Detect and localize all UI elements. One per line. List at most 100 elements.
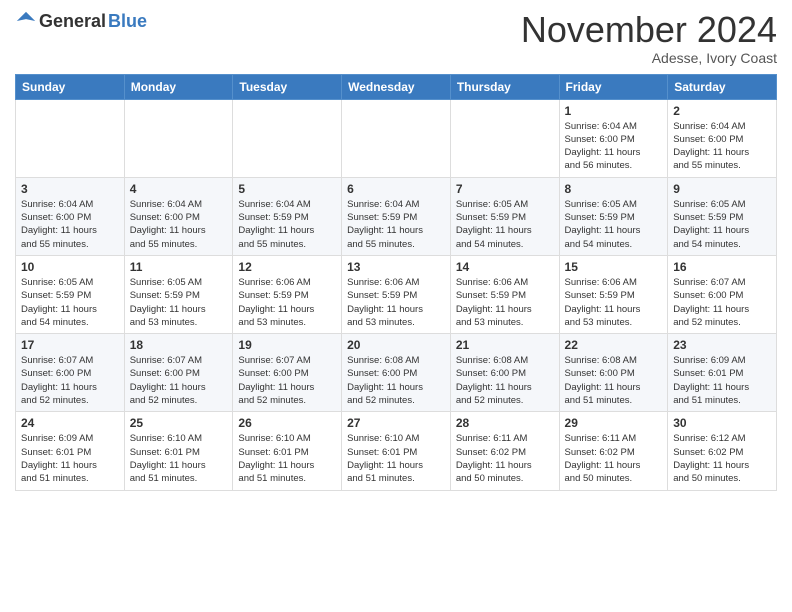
day-info: Sunrise: 6:07 AM Sunset: 6:00 PM Dayligh… [21,354,119,407]
calendar-cell: 16Sunrise: 6:07 AM Sunset: 6:00 PM Dayli… [668,255,777,333]
calendar-cell [124,99,233,177]
calendar-cell: 7 Sunrise: 6:05 AM Sunset: 5:59 PM Daylig… [450,177,559,255]
day-info: Sunrise: 6:11 AM Sunset: 6:02 PM Dayligh… [456,432,554,485]
day-number: 20 [347,338,445,352]
day-number: 18 [130,338,228,352]
day-number: 17 [21,338,119,352]
calendar-cell: 4 Sunrise: 6:04 AM Sunset: 6:00 PM Daylig… [124,177,233,255]
day-info: Sunrise: 6:04 AM Sunset: 6:00 PM Dayligh… [565,120,663,173]
day-info: Sunrise: 6:08 AM Sunset: 6:00 PM Dayligh… [565,354,663,407]
calendar-cell: 24 Sunrise: 6:09 AM Sunset: 6:01 PM Dayli… [16,412,125,490]
day-number: 15 [565,260,663,274]
calendar-cell: 17 Sunrise: 6:07 AM Sunset: 6:00 PM Dayli… [16,334,125,412]
day-number: 29 [565,416,663,430]
weekday-header-friday: Friday [559,74,668,99]
day-number: 24 [21,416,119,430]
page: GeneralBlue November 2024 Adesse, Ivory … [0,0,792,506]
calendar-cell: 21 Sunrise: 6:08 AM Sunset: 6:00 PM Dayli… [450,334,559,412]
day-info: Sunrise: 6:08 AM Sunset: 6:00 PM Dayligh… [456,354,554,407]
day-info: Sunrise: 6:05 AM Sunset: 5:59 PM Dayligh… [130,276,228,329]
calendar-cell: 30 Sunrise: 6:12 AM Sunset: 6:02 PM Dayli… [668,412,777,490]
weekday-header-saturday: Saturday [668,74,777,99]
day-number: 13 [347,260,445,274]
calendar-cell: 8 Sunrise: 6:05 AM Sunset: 5:59 PM Daylig… [559,177,668,255]
day-number: 2 [673,104,771,118]
calendar-cell: 13 Sunrise: 6:06 AM Sunset: 5:59 PM Dayli… [342,255,451,333]
day-number: 8 [565,182,663,196]
weekday-header-monday: Monday [124,74,233,99]
day-number: 23 [673,338,771,352]
calendar-week-row: 1Sunrise: 6:04 AM Sunset: 6:00 PM Daylig… [16,99,777,177]
weekday-header-thursday: Thursday [450,74,559,99]
day-number: 10 [21,260,119,274]
day-number: 12 [238,260,336,274]
day-number: 30 [673,416,771,430]
calendar-cell: 28Sunrise: 6:11 AM Sunset: 6:02 PM Dayli… [450,412,559,490]
calendar-cell: 11 Sunrise: 6:05 AM Sunset: 5:59 PM Dayli… [124,255,233,333]
day-info: Sunrise: 6:04 AM Sunset: 5:59 PM Dayligh… [238,198,336,251]
day-info: Sunrise: 6:07 AM Sunset: 6:00 PM Dayligh… [238,354,336,407]
location: Adesse, Ivory Coast [521,50,777,66]
calendar-cell: 22 Sunrise: 6:08 AM Sunset: 6:00 PM Dayli… [559,334,668,412]
day-info: Sunrise: 6:04 AM Sunset: 6:00 PM Dayligh… [21,198,119,251]
weekday-header-tuesday: Tuesday [233,74,342,99]
day-number: 6 [347,182,445,196]
day-info: Sunrise: 6:04 AM Sunset: 6:00 PM Dayligh… [130,198,228,251]
weekday-header-sunday: Sunday [16,74,125,99]
calendar-cell: 1Sunrise: 6:04 AM Sunset: 6:00 PM Daylig… [559,99,668,177]
day-number: 22 [565,338,663,352]
logo-general-text: General [39,11,106,32]
day-info: Sunrise: 6:05 AM Sunset: 5:59 PM Dayligh… [456,198,554,251]
title-block: November 2024 Adesse, Ivory Coast [521,10,777,66]
day-info: Sunrise: 6:06 AM Sunset: 5:59 PM Dayligh… [456,276,554,329]
logo-blue-text: Blue [108,11,147,32]
calendar-cell: 19 Sunrise: 6:07 AM Sunset: 6:00 PM Dayli… [233,334,342,412]
calendar-cell: 23 Sunrise: 6:09 AM Sunset: 6:01 PM Dayli… [668,334,777,412]
calendar-cell [342,99,451,177]
day-info: Sunrise: 6:04 AM Sunset: 6:00 PM Dayligh… [673,120,771,173]
day-number: 4 [130,182,228,196]
calendar-cell: 9Sunrise: 6:05 AM Sunset: 5:59 PM Daylig… [668,177,777,255]
day-info: Sunrise: 6:10 AM Sunset: 6:01 PM Dayligh… [130,432,228,485]
day-info: Sunrise: 6:07 AM Sunset: 6:00 PM Dayligh… [130,354,228,407]
day-info: Sunrise: 6:06 AM Sunset: 5:59 PM Dayligh… [238,276,336,329]
calendar-cell: 26 Sunrise: 6:10 AM Sunset: 6:01 PM Dayli… [233,412,342,490]
calendar-cell: 20 Sunrise: 6:08 AM Sunset: 6:00 PM Dayli… [342,334,451,412]
day-info: Sunrise: 6:10 AM Sunset: 6:01 PM Dayligh… [238,432,336,485]
calendar-week-row: 3 Sunrise: 6:04 AM Sunset: 6:00 PM Daylig… [16,177,777,255]
day-number: 3 [21,182,119,196]
calendar-cell: 3 Sunrise: 6:04 AM Sunset: 6:00 PM Daylig… [16,177,125,255]
day-info: Sunrise: 6:12 AM Sunset: 6:02 PM Dayligh… [673,432,771,485]
day-number: 19 [238,338,336,352]
day-number: 5 [238,182,336,196]
day-info: Sunrise: 6:06 AM Sunset: 5:59 PM Dayligh… [347,276,445,329]
month-title: November 2024 [521,10,777,50]
day-info: Sunrise: 6:09 AM Sunset: 6:01 PM Dayligh… [21,432,119,485]
calendar-cell [450,99,559,177]
calendar-cell: 2 Sunrise: 6:04 AM Sunset: 6:00 PM Daylig… [668,99,777,177]
calendar-cell: 25Sunrise: 6:10 AM Sunset: 6:01 PM Dayli… [124,412,233,490]
calendar-cell: 15 Sunrise: 6:06 AM Sunset: 5:59 PM Dayli… [559,255,668,333]
calendar-cell: 14 Sunrise: 6:06 AM Sunset: 5:59 PM Dayli… [450,255,559,333]
day-info: Sunrise: 6:05 AM Sunset: 5:59 PM Dayligh… [565,198,663,251]
day-info: Sunrise: 6:10 AM Sunset: 6:01 PM Dayligh… [347,432,445,485]
day-number: 21 [456,338,554,352]
calendar-cell: 12 Sunrise: 6:06 AM Sunset: 5:59 PM Dayli… [233,255,342,333]
day-info: Sunrise: 6:11 AM Sunset: 6:02 PM Dayligh… [565,432,663,485]
day-info: Sunrise: 6:06 AM Sunset: 5:59 PM Dayligh… [565,276,663,329]
day-info: Sunrise: 6:07 AM Sunset: 6:00 PM Dayligh… [673,276,771,329]
day-number: 26 [238,416,336,430]
calendar-cell: 6Sunrise: 6:04 AM Sunset: 5:59 PM Daylig… [342,177,451,255]
calendar-cell [16,99,125,177]
day-number: 14 [456,260,554,274]
day-number: 11 [130,260,228,274]
day-info: Sunrise: 6:09 AM Sunset: 6:01 PM Dayligh… [673,354,771,407]
logo-icon [15,10,37,32]
day-info: Sunrise: 6:05 AM Sunset: 5:59 PM Dayligh… [21,276,119,329]
calendar-cell: 29 Sunrise: 6:11 AM Sunset: 6:02 PM Dayli… [559,412,668,490]
calendar-week-row: 17 Sunrise: 6:07 AM Sunset: 6:00 PM Dayli… [16,334,777,412]
day-number: 7 [456,182,554,196]
day-info: Sunrise: 6:08 AM Sunset: 6:00 PM Dayligh… [347,354,445,407]
calendar-week-row: 24 Sunrise: 6:09 AM Sunset: 6:01 PM Dayli… [16,412,777,490]
day-info: Sunrise: 6:05 AM Sunset: 5:59 PM Dayligh… [673,198,771,251]
